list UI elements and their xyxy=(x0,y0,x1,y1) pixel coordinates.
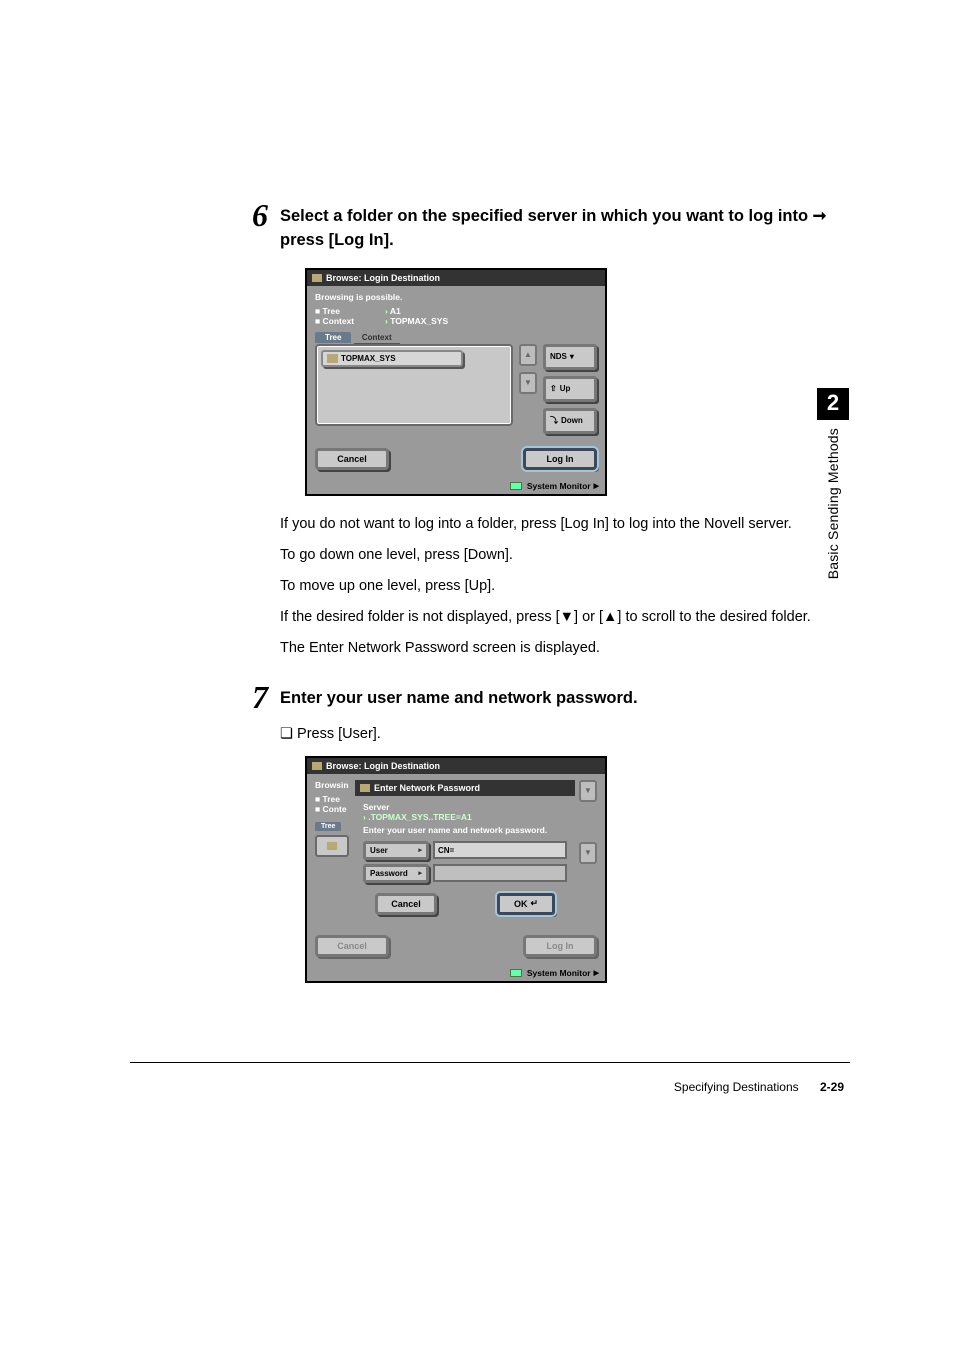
cancel-button[interactable]: Cancel xyxy=(315,448,389,470)
up-label: Up xyxy=(560,384,571,393)
system-monitor-bar[interactable]: System Monitor ▶ xyxy=(307,478,605,494)
tree-value: A1 xyxy=(385,306,401,316)
page-footer: Specifying Destinations 2-29 xyxy=(674,1080,844,1094)
chevron-right-icon: ▸ xyxy=(418,846,422,854)
chapter-label: Basic Sending Methods xyxy=(825,428,841,579)
step-6-para-1: If you do not want to log into a folder,… xyxy=(280,514,840,535)
window-title: Browse: Login Destination xyxy=(326,761,440,771)
folder-icon xyxy=(312,274,322,282)
login-button[interactable]: Log In xyxy=(523,448,597,470)
folder-icon xyxy=(327,354,338,363)
ok-label: OK xyxy=(514,899,528,909)
bg-tab-tree: Tree xyxy=(315,822,341,831)
tab-context[interactable]: Context xyxy=(354,332,400,344)
context-label: ■ Context xyxy=(315,316,385,326)
step-6-para-5: The Enter Network Password screen is dis… xyxy=(280,638,840,659)
window-titlebar: Browse: Login Destination xyxy=(307,758,605,774)
chevron-down-icon: ▾ xyxy=(570,352,574,361)
bg-context-label: ■ Conte xyxy=(315,804,355,814)
up-arrow-icon: ⇧ xyxy=(550,384,557,393)
step-6-number: 6 xyxy=(252,197,268,234)
server-label: Server xyxy=(363,802,567,812)
password-button[interactable]: Password ▸ xyxy=(363,864,429,883)
step-6-para-4: If the desired folder is not displayed, … xyxy=(280,607,840,628)
dialog-prompt: Enter your user name and network passwor… xyxy=(363,825,567,835)
bg-cancel-button: Cancel xyxy=(315,935,389,957)
folder-listbox[interactable]: TOPMAX_SYS xyxy=(315,344,513,426)
up-button[interactable]: ⇧ Up xyxy=(543,376,597,402)
dialog-title: Enter Network Password xyxy=(374,783,480,793)
step-7-heading: Enter your user name and network passwor… xyxy=(280,687,840,711)
folder-icon xyxy=(360,784,370,792)
user-field-prefix: CN= xyxy=(438,846,454,855)
chevron-right-icon: ▶ xyxy=(594,969,599,977)
window-titlebar: Browse: Login Destination xyxy=(307,270,605,286)
password-field[interactable] xyxy=(433,864,567,882)
scroll-down-button[interactable]: ▼ xyxy=(519,372,537,394)
context-value: TOPMAX_SYS xyxy=(385,316,448,326)
user-field[interactable]: CN= xyxy=(433,841,567,859)
nds-dropdown[interactable]: NDS ▾ xyxy=(543,344,597,370)
dialog-cancel-button[interactable]: Cancel xyxy=(375,893,437,915)
browse-status: Browsing is possible. xyxy=(315,292,597,302)
screenshot-browse-login: Browse: Login Destination Browsing is po… xyxy=(305,268,607,496)
return-icon: ↵ xyxy=(530,898,538,909)
chapter-number: 2 xyxy=(817,388,849,420)
list-item[interactable]: TOPMAX_SYS xyxy=(321,350,463,367)
screenshot-enter-password: Browse: Login Destination Browsin ■ Tree… xyxy=(305,756,607,983)
password-label: Password xyxy=(370,869,408,878)
footer-rule xyxy=(130,1062,850,1063)
nds-label: NDS xyxy=(550,352,567,361)
bg-scroll-up: ▼ xyxy=(579,780,597,802)
status-led-icon xyxy=(510,482,522,490)
step-7-substep: Press [User]. xyxy=(280,726,840,742)
step-6-heading: Select a folder on the specified server … xyxy=(280,205,840,253)
window-title: Browse: Login Destination xyxy=(326,273,440,283)
step-7-number: 7 xyxy=(252,679,268,716)
status-led-icon xyxy=(510,969,522,977)
tab-tree[interactable]: Tree xyxy=(315,332,351,343)
down-button[interactable]: ⤵ Down xyxy=(543,408,597,434)
system-monitor-bar[interactable]: System Monitor ▶ xyxy=(307,965,605,981)
bg-scroll-down: ▼ xyxy=(579,842,597,864)
chevron-right-icon: ▸ xyxy=(418,869,422,877)
chevron-right-icon: ▶ xyxy=(594,482,599,490)
bg-login-button: Log In xyxy=(523,935,597,957)
step-6-para-2: To go down one level, press [Down]. xyxy=(280,545,840,566)
down-label: Down xyxy=(561,416,583,425)
system-monitor-label: System Monitor xyxy=(527,481,591,491)
folder-icon xyxy=(327,842,337,850)
server-path: › .TOPMAX_SYS..TREE=A1 xyxy=(363,812,567,822)
dialog-titlebar: Enter Network Password xyxy=(355,780,575,796)
user-button[interactable]: User ▸ xyxy=(363,841,429,860)
folder-icon xyxy=(312,762,322,770)
bg-status-text: Browsin xyxy=(315,780,355,790)
tree-label: ■ Tree xyxy=(315,306,385,316)
ok-button[interactable]: OK ↵ xyxy=(497,893,555,915)
footer-page-number: 2-29 xyxy=(820,1080,844,1094)
list-item-label: TOPMAX_SYS xyxy=(341,354,396,363)
down-arrow-icon: ⤵ xyxy=(550,415,558,426)
step-6-para-3: To move up one level, press [Up]. xyxy=(280,576,840,597)
footer-section: Specifying Destinations xyxy=(674,1080,799,1094)
chapter-tab: 2 Basic Sending Methods xyxy=(817,388,849,579)
system-monitor-label: System Monitor xyxy=(527,968,591,978)
scroll-up-button[interactable]: ▲ xyxy=(519,344,537,366)
bg-tree-label: ■ Tree xyxy=(315,794,355,804)
user-label: User xyxy=(370,846,388,855)
